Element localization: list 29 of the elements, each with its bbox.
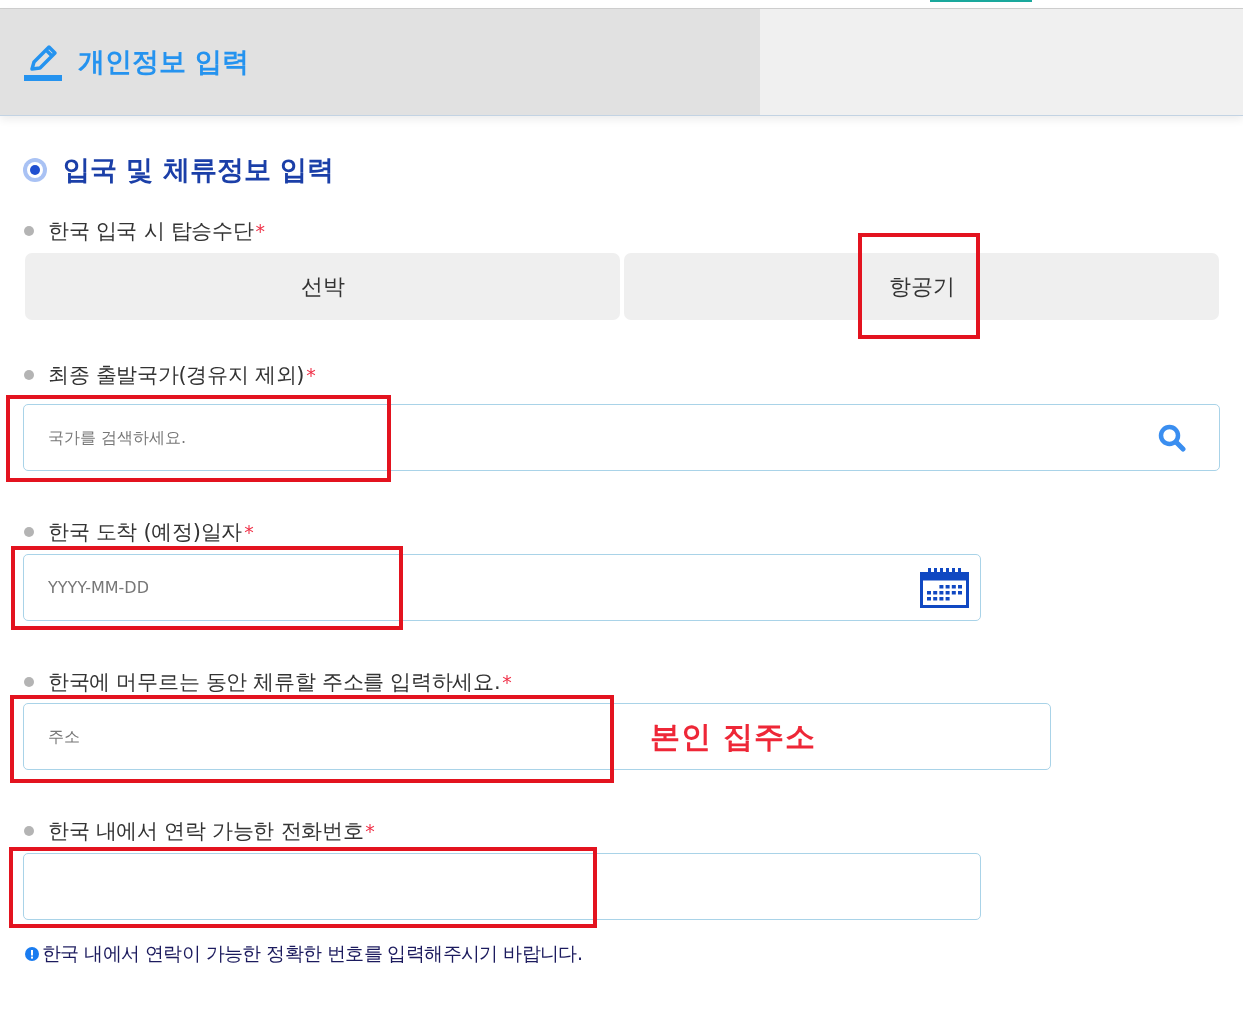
required-mark: * — [365, 820, 375, 842]
required-mark: * — [306, 364, 316, 386]
option-button[interactable]: 항공기 — [624, 253, 1219, 320]
phone-field[interactable] — [23, 853, 981, 920]
field-label: 한국에 머무르는 동안 체류할 주소를 입력하세요. — [48, 669, 501, 696]
bullet-icon — [24, 826, 34, 836]
option-button[interactable]: 선박 — [25, 253, 620, 320]
section-title: 입국 및 체류정보 입력 — [63, 153, 335, 187]
date-field[interactable]: YYYY-MM-DD — [23, 554, 981, 621]
required-mark: * — [244, 521, 254, 543]
calendar-icon[interactable] — [920, 567, 969, 608]
bullet-icon — [24, 527, 34, 537]
field-label: 한국 내에서 연락 가능한 전화번호 — [48, 818, 364, 845]
required-mark: * — [502, 671, 512, 693]
help-text: 한국 내에서 연락이 가능한 정확한 번호를 입력해주시기 바랍니다. — [42, 941, 583, 966]
search-field[interactable]: 국가를 검색하세요. — [23, 404, 1220, 471]
search-icon[interactable] — [1158, 423, 1186, 452]
radio-icon — [23, 158, 47, 182]
pencil-icon — [24, 43, 62, 81]
bullet-icon — [24, 677, 34, 687]
annotation-text: 본인 집주소 — [650, 717, 817, 755]
field-label: 최종 출발국가(경유지 제외) — [48, 362, 305, 389]
bullet-icon — [24, 370, 34, 380]
field-label: 한국 도착 (예정)일자 — [48, 519, 243, 546]
info-icon — [25, 947, 39, 961]
page-title: 개인정보 입력 — [78, 45, 250, 79]
field-label: 한국 입국 시 탑승수단 — [48, 218, 254, 245]
bullet-icon — [24, 226, 34, 236]
required-mark: * — [255, 220, 265, 242]
